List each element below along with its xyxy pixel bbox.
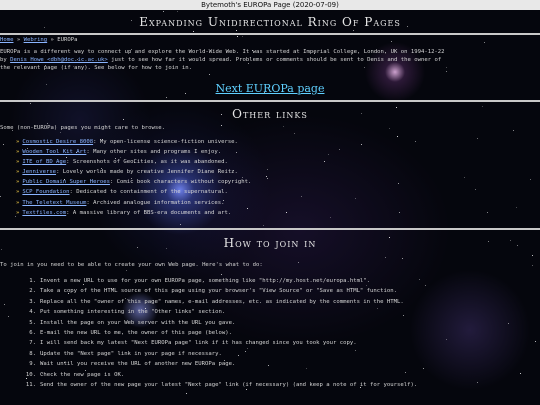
intro-line-2: by Denis Howe <dbh@doc.ic.ac.uk> just to… <box>0 57 441 64</box>
breadcrumb-separator: » <box>47 37 58 43</box>
other-links-heading: Other links <box>232 107 308 121</box>
step-number: 9. <box>29 361 36 368</box>
list-item: 6. E-mail the new URL to me, the owner of… <box>22 328 417 338</box>
other-link[interactable]: The Teletext Museum <box>22 200 86 206</box>
other-links-list: » Cosmostic Desire 8008: My open-license … <box>16 137 251 218</box>
step-number: 10. <box>25 371 36 378</box>
list-item: » Textfiles.com: A massive library of BBS… <box>16 208 251 218</box>
other-link-desc: : Dedicated to containment of the supern… <box>69 189 228 196</box>
how-to-join-heading: How to join in <box>223 236 317 250</box>
divider <box>0 33 540 35</box>
list-item: » Public Domain Super Heroes: Comic book … <box>16 177 251 187</box>
step-number: 5. <box>29 319 36 326</box>
bullet-icon: » <box>16 179 20 186</box>
list-item: » Wooden Tool Kit Art: Many other sites a… <box>16 147 251 157</box>
other-link-desc: : Many other sites and programs I enjoy. <box>86 149 222 156</box>
step-number: 2. <box>29 288 36 295</box>
step-text: Install the page on your Web server with… <box>40 319 236 326</box>
step-text: Send the owner of the new page your late… <box>40 381 418 388</box>
page-title: Expanding Unidirectional Ring Of Pages <box>139 15 401 29</box>
how-to-join-intro: To join in you need to be able to create… <box>0 262 263 268</box>
list-item: 11. Send the owner of the new page your l… <box>22 380 417 390</box>
other-link-desc: : Screenshots of GeoCities, as it was ab… <box>66 159 228 166</box>
list-item: 7. I will send back my latest "Next EUROP… <box>22 338 417 348</box>
join-steps-list: 1. Invent a new URL to use for your own E… <box>22 276 417 390</box>
other-link[interactable]: Textfiles.com <box>22 210 66 216</box>
step-number: 7. <box>29 340 36 347</box>
bullet-icon: » <box>16 169 20 176</box>
other-link[interactable]: Jenniverse <box>22 169 56 175</box>
breadcrumb-webring-link[interactable]: Webring <box>24 37 48 43</box>
other-link-desc: : My open-license science-fiction univer… <box>93 139 238 145</box>
step-text: Wait until you receive the URL of anothe… <box>40 361 236 368</box>
list-item: 5. Install the page on your Web server wi… <box>22 318 417 328</box>
other-links-intro: Some (non-EUROPa) pages you might care t… <box>0 125 166 131</box>
next-europa-link[interactable]: Next EUROPa page <box>0 82 540 95</box>
divider <box>0 228 540 230</box>
list-item: 2. Take a copy of the HTML source of this… <box>22 286 417 296</box>
intro-line-2-rest: just to see how far it would spread. Pro… <box>107 57 442 63</box>
bullet-icon: » <box>16 139 20 145</box>
bullet-icon: » <box>16 209 20 216</box>
step-number: 4. <box>29 309 36 316</box>
step-text: E-mail the new URL to me, the owner of t… <box>40 329 232 336</box>
step-text: Invent a new URL to use for your own EUR… <box>40 278 371 284</box>
breadcrumb-separator: » <box>13 37 24 43</box>
other-link-desc: : Archived analogue information services… <box>86 199 225 206</box>
divider <box>0 100 540 102</box>
intro-line-3: the relevant page (if any). See below fo… <box>0 65 192 71</box>
intro-by: by <box>0 57 7 63</box>
list-item: 3. Replace all the "owner of this page" n… <box>22 297 417 307</box>
list-item: » Cosmostic Desire 8008: My open-license … <box>16 137 251 147</box>
list-item: » ITE of BD Age: Screenshots of GeoCities… <box>16 157 251 167</box>
list-item: 1. Invent a new URL to use for your own E… <box>22 276 417 286</box>
step-number: 8. <box>29 350 36 357</box>
list-item: 9. Wait until you receive the URL of anot… <box>22 359 417 369</box>
other-link[interactable]: ITE of BD Age <box>22 159 66 165</box>
step-number: 3. <box>29 298 36 305</box>
other-link[interactable]: Public Domain Super Heroes <box>22 179 110 185</box>
step-number: 1. <box>29 278 36 284</box>
author-email-link[interactable]: Denis Howe <dbh@doc.ic.ac.uk> <box>10 57 108 63</box>
bullet-icon: » <box>16 199 20 206</box>
other-link-desc: : A massive library of BBS-era documents… <box>66 209 232 216</box>
step-text: Update the "Next page" link in your page… <box>40 350 222 357</box>
step-text: Put something interesting in the "Other … <box>40 309 226 316</box>
step-text: Replace all the "owner of this page" nam… <box>40 298 404 305</box>
other-link[interactable]: Wooden Tool Kit Art <box>22 149 86 155</box>
step-text: Take a copy of the HTML source of this p… <box>40 288 397 295</box>
bullet-icon: » <box>16 159 20 166</box>
bullet-icon: » <box>16 149 20 156</box>
step-text: I will send back my latest "Next EUROPa … <box>40 340 357 347</box>
intro-line-1: EUROPa is a different way to connect up … <box>0 49 445 55</box>
step-text: Check the new page is OK. <box>40 371 125 378</box>
list-item: 4. Put something interesting in the "Othe… <box>22 307 417 317</box>
list-item: » The Teletext Museum: Archived analogue … <box>16 198 251 208</box>
list-item: » SCP Foundation: Dedicated to containmen… <box>16 187 251 197</box>
other-link-desc: : Comic book characters without copyrigh… <box>109 179 252 186</box>
breadcrumb-home-link[interactable]: Home <box>0 37 13 43</box>
other-link[interactable]: SCP Foundation <box>22 189 69 195</box>
bullet-icon: » <box>16 189 20 196</box>
list-item: 10. Check the new page is OK. <box>22 370 417 380</box>
step-number: 6. <box>29 329 36 336</box>
other-link-desc: : Lovely worlds made by creative Jennife… <box>56 169 238 176</box>
breadcrumb: Home » Webring » EUROPa <box>0 37 78 44</box>
list-item: 8. Update the "Next page" link in your pa… <box>22 349 417 359</box>
window-title: Bytemoth's EUROPa Page (2020-07-09) <box>0 0 540 10</box>
list-item: » Jenniverse: Lovely worlds made by creat… <box>16 167 251 177</box>
step-number: 11. <box>25 381 36 388</box>
breadcrumb-current: EUROPa <box>57 37 78 43</box>
other-link[interactable]: Cosmostic Desire 8008 <box>22 139 93 145</box>
